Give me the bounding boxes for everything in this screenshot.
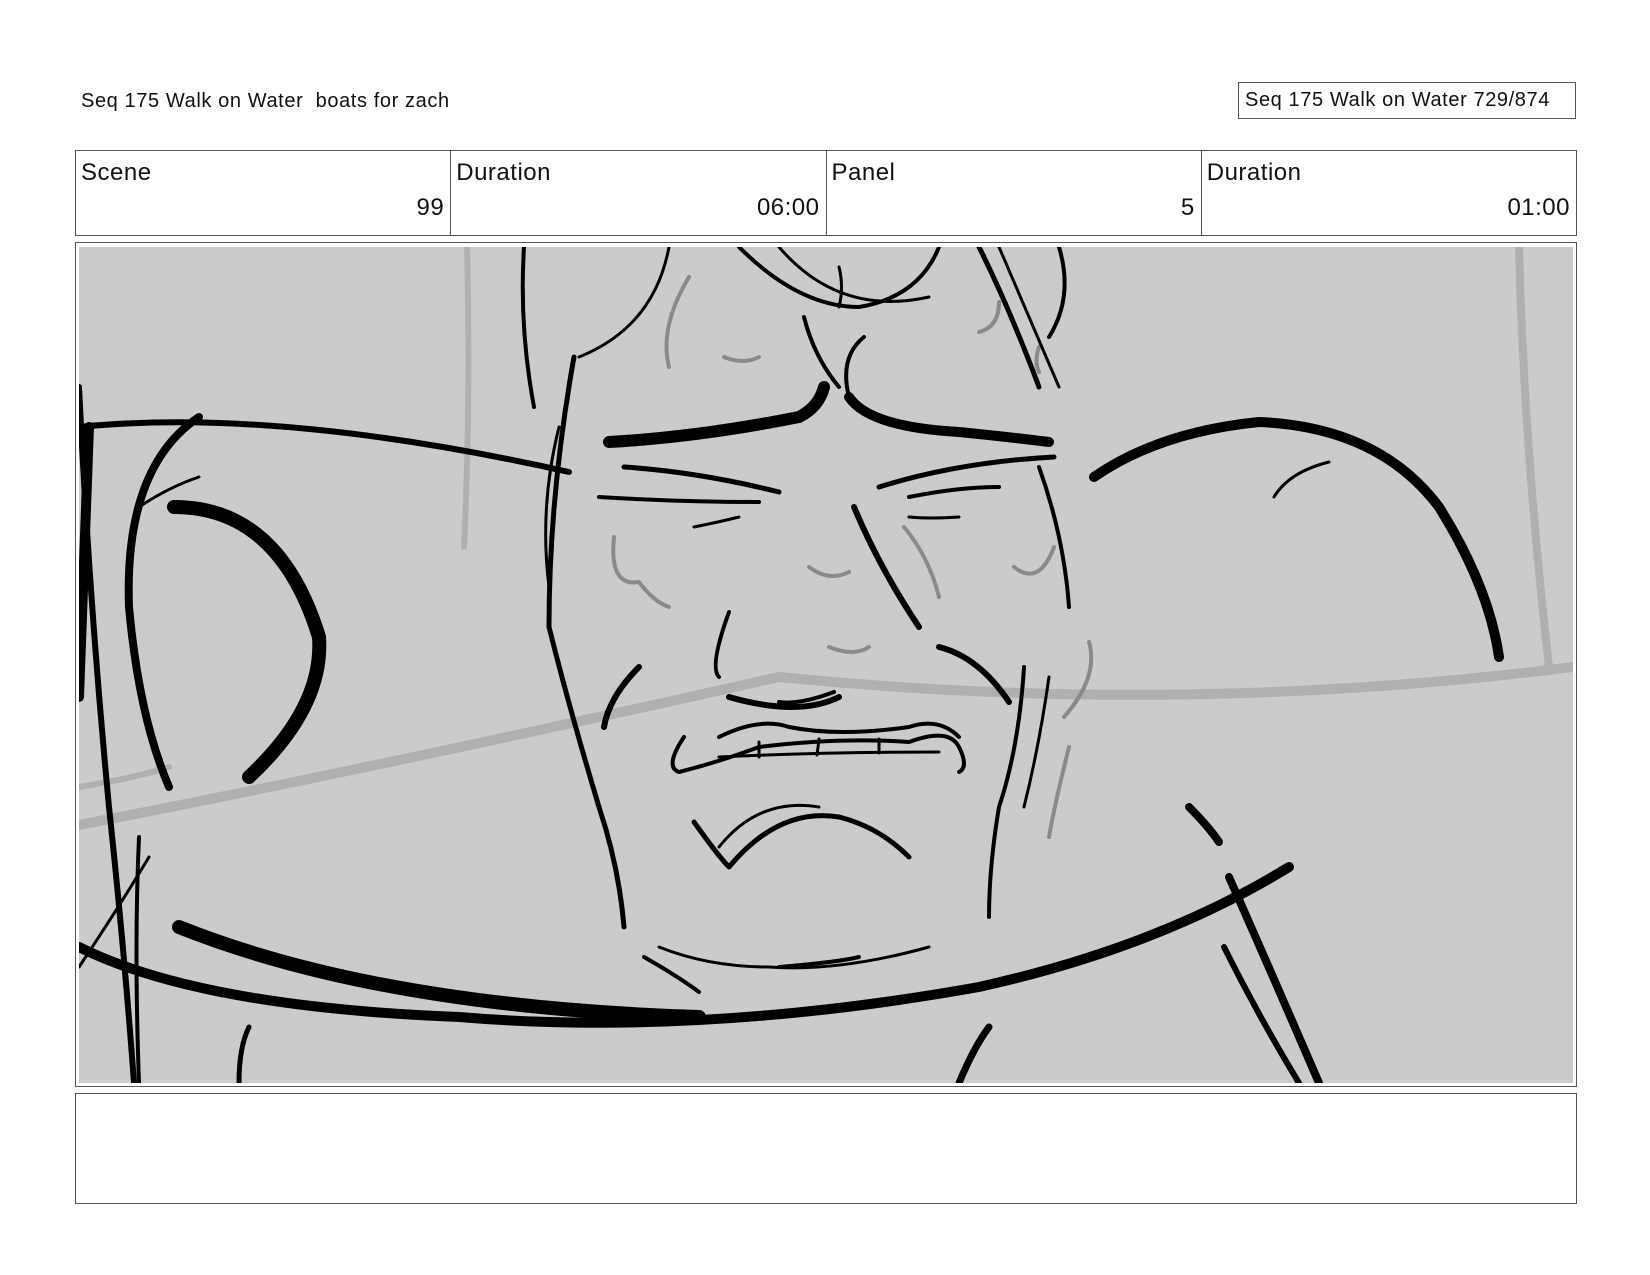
scene-duration-cell: Duration 06:00: [451, 151, 827, 235]
scene-value: 99: [416, 194, 445, 221]
sequence-page-counter: Seq 175 Walk on Water 729/874: [1238, 82, 1576, 119]
scene-duration-value: 06:00: [756, 194, 820, 221]
panel-value: 5: [1180, 194, 1195, 221]
panel-duration-label: Duration: [1206, 159, 1302, 186]
sketch-drawing: [79, 247, 1573, 1083]
storyboard-sketch: [79, 247, 1573, 1083]
panel-label: Panel: [831, 159, 896, 186]
panel-cell: Panel 5: [827, 151, 1202, 235]
scene-duration-label: Duration: [456, 159, 551, 186]
scene-label: Scene: [81, 159, 152, 186]
panel-notes-box: [75, 1093, 1577, 1204]
sequence-title: Seq 175 Walk on Water boats for zach: [81, 90, 450, 112]
panel-duration-cell: Duration 01:00: [1202, 151, 1576, 235]
scene-cell: Scene 99: [76, 151, 452, 235]
panel-duration-value: 01:00: [1507, 194, 1570, 221]
panel-info-table: Scene 99 Duration 06:00 Panel 5 Duration…: [75, 150, 1577, 236]
